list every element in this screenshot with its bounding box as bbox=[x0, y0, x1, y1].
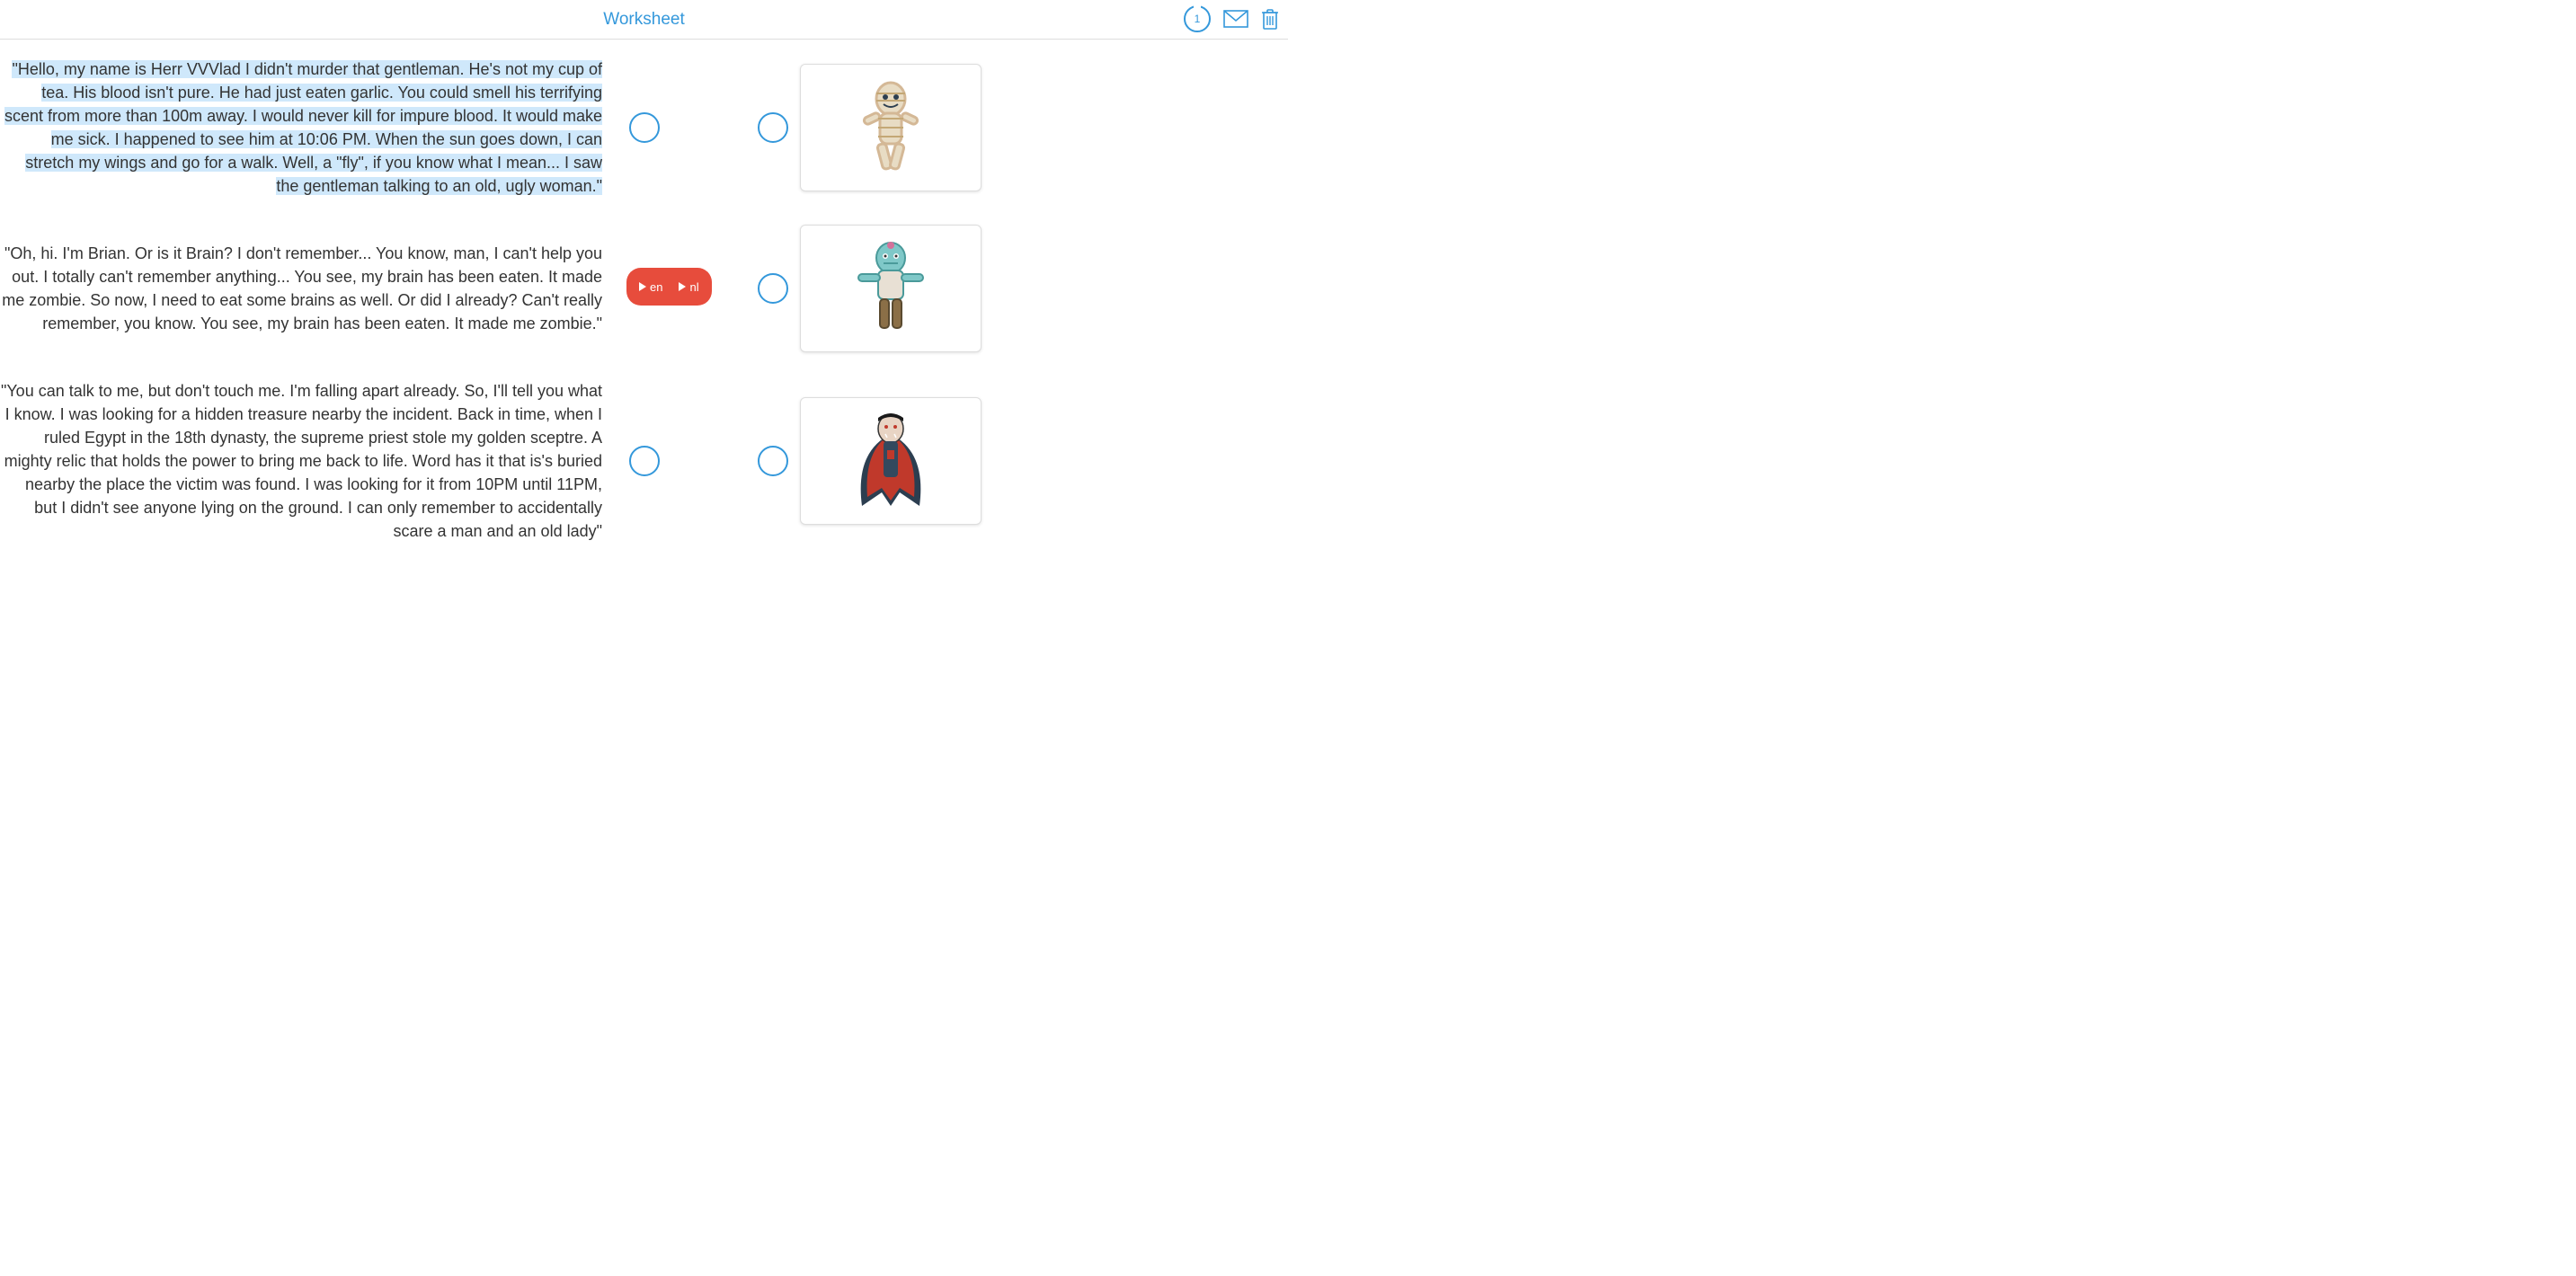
audio-player: en nl bbox=[626, 268, 712, 306]
image-card-vampire[interactable] bbox=[800, 397, 982, 525]
match-row: "Hello, my name is Herr VVVlad I didn't … bbox=[0, 58, 1288, 198]
mail-icon[interactable] bbox=[1223, 10, 1248, 28]
lang-label-nl: nl bbox=[689, 280, 698, 294]
play-nl-button[interactable]: nl bbox=[679, 280, 698, 294]
lang-label-en: en bbox=[650, 280, 662, 294]
play-icon bbox=[679, 282, 686, 291]
speech-text-2[interactable]: "Oh, hi. I'm Brian. Or is it Brain? I do… bbox=[0, 242, 613, 335]
vampire-icon bbox=[837, 407, 945, 515]
right-radio-2[interactable] bbox=[758, 273, 788, 304]
play-icon bbox=[639, 282, 646, 291]
speech-text-1[interactable]: "Hello, my name is Herr VVVlad I didn't … bbox=[0, 58, 613, 198]
notification-badge[interactable]: 1 bbox=[1184, 5, 1211, 32]
image-card-zombie[interactable] bbox=[800, 225, 982, 352]
left-radio-1[interactable] bbox=[629, 112, 660, 143]
match-row: "You can talk to me, but don't touch me.… bbox=[0, 379, 1288, 543]
page-title: Worksheet bbox=[603, 10, 684, 30]
zombie-icon bbox=[837, 235, 945, 342]
right-radio-3[interactable] bbox=[758, 446, 788, 476]
play-en-button[interactable]: en bbox=[639, 280, 662, 294]
image-card-mummy[interactable] bbox=[800, 64, 982, 191]
left-radio-3[interactable] bbox=[629, 446, 660, 476]
badge-count: 1 bbox=[1195, 13, 1201, 25]
speech-text-3[interactable]: "You can talk to me, but don't touch me.… bbox=[0, 379, 613, 543]
trash-icon[interactable] bbox=[1261, 8, 1279, 30]
top-bar: Worksheet 1 bbox=[0, 0, 1288, 40]
right-radio-1[interactable] bbox=[758, 112, 788, 143]
toolbar: 1 bbox=[1184, 5, 1279, 32]
mummy-icon bbox=[837, 74, 945, 182]
